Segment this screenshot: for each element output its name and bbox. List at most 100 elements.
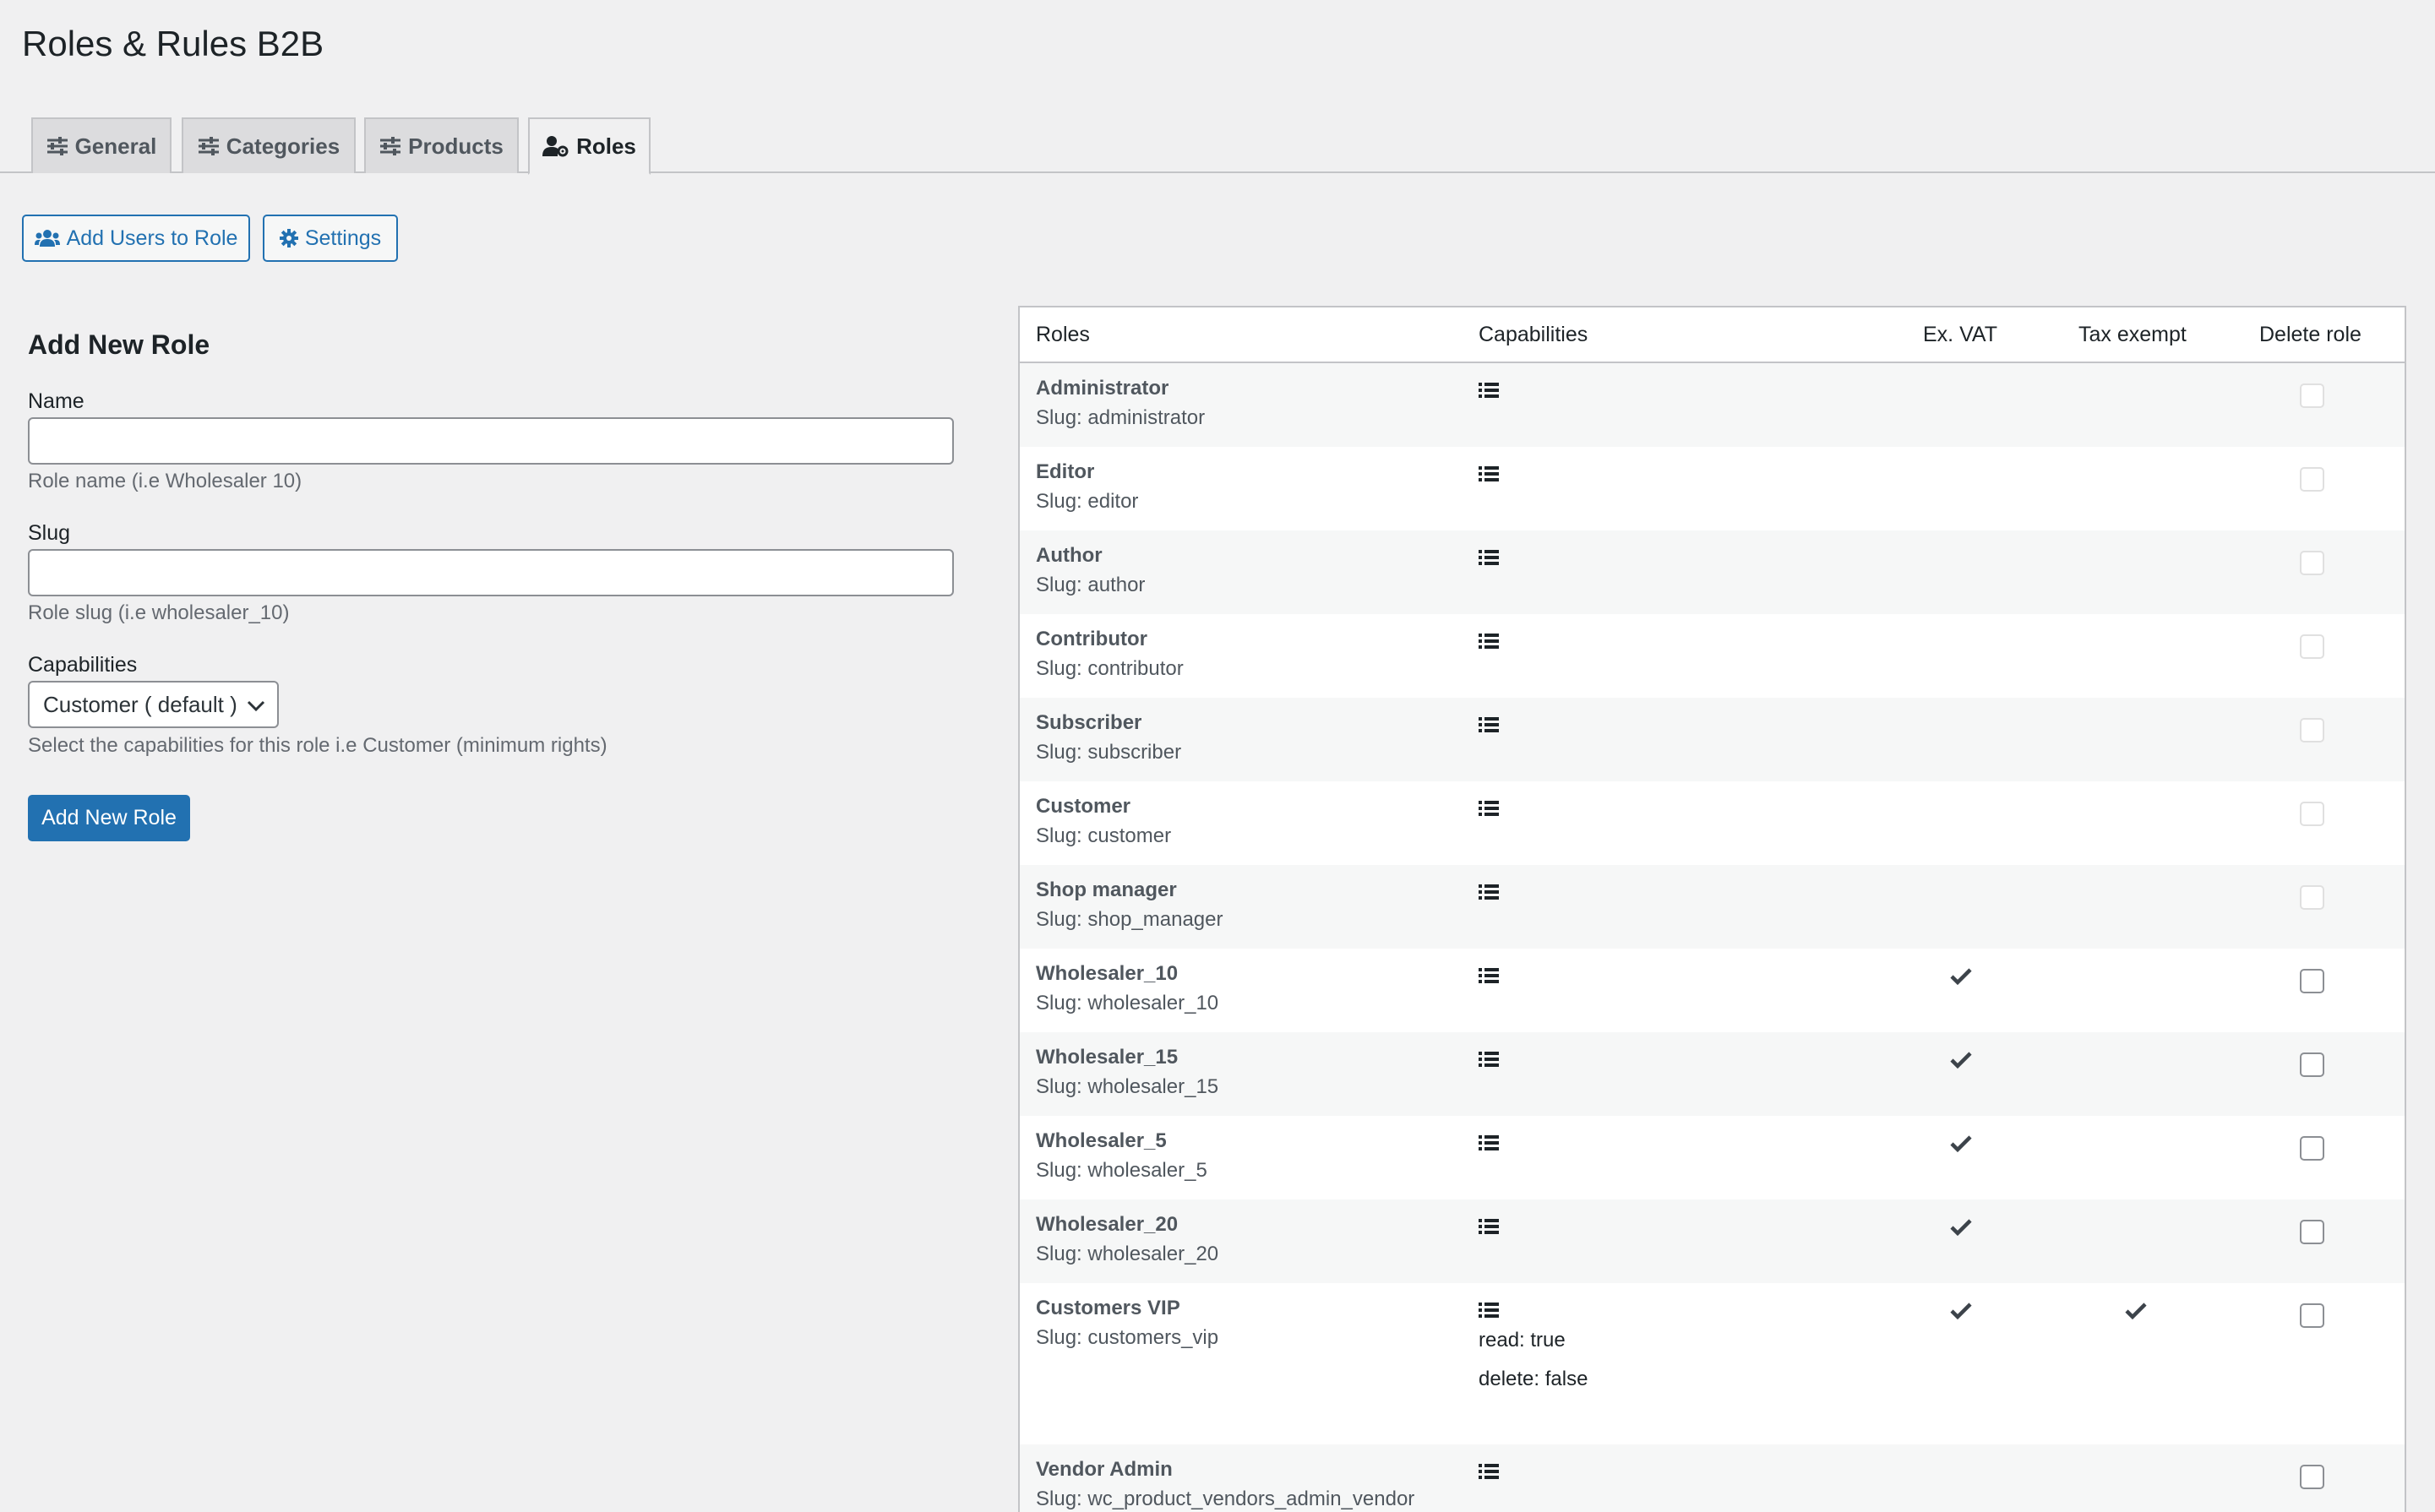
tab-label: Roles [576, 133, 636, 159]
add-users-label: Add Users to Role [66, 226, 238, 250]
delete-role-checkbox [2300, 467, 2324, 492]
column-header-ex-vat: Ex. VAT [1923, 323, 1997, 346]
gear-icon [279, 229, 298, 247]
table-row: Administrator Slug: administrator [1020, 363, 2405, 447]
role-slug: Slug: wholesaler_15 [1036, 1075, 1219, 1098]
settings-label: Settings [304, 226, 382, 250]
table-row: Wholesaler_10 Slug: wholesaler_10 [1020, 949, 2405, 1032]
list-icon[interactable] [1479, 1218, 1499, 1239]
add-new-role-heading: Add New Role [28, 329, 210, 360]
list-icon[interactable] [1479, 1463, 1499, 1484]
capabilities-select[interactable]: Customer ( default ) [28, 681, 279, 728]
tab-general[interactable]: General [31, 117, 172, 173]
delete-role-checkbox [2300, 718, 2324, 742]
column-header-capabilities: Capabilities [1479, 323, 1588, 346]
role-slug: Slug: wc_product_vendors_admin_vendor [1036, 1488, 1415, 1510]
list-icon[interactable] [1479, 1134, 1499, 1156]
page-title: Roles & Rules B2B [22, 24, 324, 63]
settings-button[interactable]: Settings [263, 215, 398, 262]
capabilities-selected-value: Customer ( default ) [43, 691, 237, 717]
tab-label: General [74, 133, 157, 159]
add-users-to-role-button[interactable]: Add Users to Role [22, 215, 250, 262]
delete-role-checkbox[interactable] [2300, 969, 2324, 993]
ex-vat-check-icon [1950, 967, 1972, 990]
role-name: Vendor Admin [1036, 1458, 1173, 1481]
table-row: Wholesaler_20 Slug: wholesaler_20 [1020, 1199, 2405, 1283]
tab-label: Products [408, 133, 504, 159]
name-help-text: Role name (i.e Wholesaler 10) [28, 470, 302, 492]
sliders-icon [198, 137, 219, 155]
role-slug: Slug: wholesaler_20 [1036, 1243, 1219, 1265]
tab-roles[interactable]: Roles [528, 117, 651, 175]
table-row: Shop manager Slug: shop_manager [1020, 865, 2405, 949]
add-new-role-button[interactable]: Add New Role [28, 795, 190, 841]
capability-item: delete: false [1479, 1368, 1588, 1390]
column-header-delete-role: Delete role [2259, 323, 2361, 346]
role-slug: Slug: wholesaler_10 [1036, 992, 1219, 1014]
name-label: Name [28, 389, 84, 413]
role-name: Author [1036, 544, 1103, 567]
delete-role-checkbox [2300, 551, 2324, 575]
role-name: Contributor [1036, 628, 1147, 650]
delete-role-checkbox[interactable] [2300, 1303, 2324, 1328]
role-name: Administrator [1036, 377, 1169, 400]
capabilities-label: Capabilities [28, 653, 138, 677]
role-name: Wholesaler_20 [1036, 1213, 1179, 1236]
role-slug: Slug: editor [1036, 490, 1139, 513]
delete-role-checkbox[interactable] [2300, 1220, 2324, 1244]
role-name: Customer [1036, 795, 1131, 818]
slug-label: Slug [28, 521, 71, 545]
list-icon[interactable] [1479, 633, 1499, 654]
role-slug: Slug: administrator [1036, 406, 1206, 429]
list-icon[interactable] [1479, 967, 1499, 988]
table-row: Customer Slug: customer [1020, 781, 2405, 865]
list-icon[interactable] [1479, 549, 1499, 570]
column-header-tax-exempt: Tax exempt [2078, 323, 2187, 346]
role-slug: Slug: contributor [1036, 657, 1184, 680]
table-row: Wholesaler_5 Slug: wholesaler_5 [1020, 1116, 2405, 1199]
name-input[interactable] [28, 417, 954, 465]
table-row: Contributor Slug: contributor [1020, 614, 2405, 698]
table-row: Wholesaler_15 Slug: wholesaler_15 [1020, 1032, 2405, 1116]
tab-bar: General Categories Products Roles [0, 117, 2435, 175]
role-name: Wholesaler_10 [1036, 962, 1179, 985]
list-icon[interactable] [1479, 884, 1499, 905]
list-icon[interactable] [1479, 1302, 1499, 1323]
role-name: Wholesaler_15 [1036, 1046, 1179, 1069]
sliders-icon [46, 137, 68, 155]
ex-vat-check-icon [1950, 1051, 1972, 1074]
ex-vat-check-icon [1950, 1218, 1972, 1241]
users-icon [34, 230, 60, 247]
delete-role-checkbox[interactable] [2300, 1136, 2324, 1161]
ex-vat-check-icon [1950, 1302, 1972, 1324]
slug-input[interactable] [28, 549, 954, 596]
delete-role-checkbox[interactable] [2300, 1465, 2324, 1489]
table-header: Roles Capabilities Ex. VAT Tax exempt De… [1020, 307, 2405, 363]
delete-role-checkbox [2300, 634, 2324, 659]
table-row: Subscriber Slug: subscriber [1020, 698, 2405, 781]
tax-exempt-check-icon [2125, 1302, 2147, 1324]
list-icon[interactable] [1479, 465, 1499, 487]
table-row: Author Slug: author [1020, 530, 2405, 614]
role-name: Customers VIP [1036, 1297, 1180, 1319]
table-row: Editor Slug: editor [1020, 447, 2405, 530]
list-icon[interactable] [1479, 1051, 1499, 1072]
role-slug: Slug: author [1036, 574, 1146, 596]
sliders-icon [380, 137, 401, 155]
role-name: Subscriber [1036, 711, 1142, 734]
user-gear-icon [542, 136, 569, 157]
capabilities-help-text: Select the capabilities for this role i.… [28, 734, 607, 757]
list-icon[interactable] [1479, 382, 1499, 403]
role-slug: Slug: wholesaler_5 [1036, 1159, 1207, 1182]
list-icon[interactable] [1479, 716, 1499, 737]
slug-help-text: Role slug (i.e wholesaler_10) [28, 601, 290, 624]
tab-products[interactable]: Products [364, 117, 519, 173]
tab-categories[interactable]: Categories [182, 117, 356, 173]
delete-role-checkbox [2300, 885, 2324, 910]
table-row: Customers VIP Slug: customers_vip read: tr… [1020, 1283, 2405, 1444]
column-header-roles: Roles [1036, 323, 1090, 346]
list-icon[interactable] [1479, 800, 1499, 821]
roles-table: Roles Capabilities Ex. VAT Tax exempt De… [1018, 306, 2406, 1512]
role-slug: Slug: shop_manager [1036, 908, 1223, 931]
delete-role-checkbox[interactable] [2300, 1052, 2324, 1077]
